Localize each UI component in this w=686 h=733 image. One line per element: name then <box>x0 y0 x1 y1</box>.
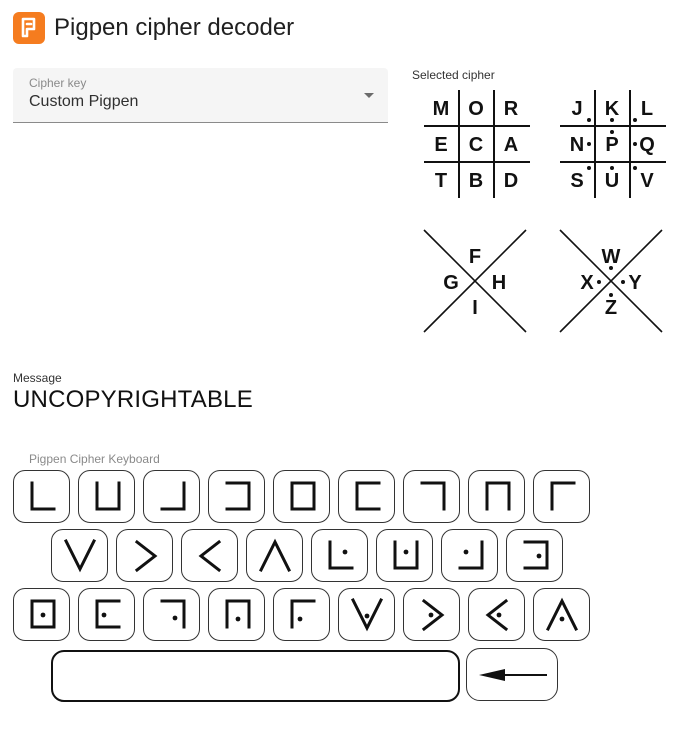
dot-grid-middle-center-icon <box>30 599 56 629</box>
cipher-letter-f: F <box>469 246 481 268</box>
dot-grid-bottom-right-icon <box>458 540 484 570</box>
x-top-icon <box>63 538 97 573</box>
cipher-letter-r: R <box>504 98 519 120</box>
cipher-letter-x: X <box>580 272 594 294</box>
dot-grid-top-center-icon <box>225 599 251 629</box>
cipher-letter-z: Z <box>605 297 617 319</box>
cipher-letter-l: L <box>641 98 653 120</box>
dropdown-arrow-icon <box>364 93 374 98</box>
grid-middle-center-icon <box>290 481 316 511</box>
backspace-arrow-icon <box>479 669 547 681</box>
cipher-letter-h: H <box>492 272 506 294</box>
grid-bottom-right-icon <box>160 481 186 511</box>
cipher-x-plain: FG HI <box>423 229 527 333</box>
dot-grid-top-right-icon <box>290 599 316 629</box>
key-grid-top-center[interactable] <box>468 470 525 523</box>
x-right-icon <box>198 539 222 573</box>
cipher-key-select[interactable]: Cipher key Custom Pigpen <box>13 68 388 123</box>
key-grid-middle-center[interactable] <box>273 470 330 523</box>
key-grid-top-left[interactable] <box>403 470 460 523</box>
cipher-letter-m: M <box>433 98 450 120</box>
key-dot-grid-top-left[interactable] <box>143 588 200 641</box>
cipher-x-dotted: WX YZ <box>559 229 663 333</box>
key-dot-x-right[interactable] <box>468 588 525 641</box>
key-dot-grid-middle-left[interactable] <box>506 529 563 582</box>
cipher-letter-c: C <box>469 134 483 156</box>
cipher-key-diagram: M O R E C A T B D J K L N P Q S U V FG HI WX YZ <box>423 90 666 333</box>
dot-x-right-icon <box>485 598 509 632</box>
key-dot-grid-middle-right[interactable] <box>78 588 135 641</box>
cipher-letter-t: T <box>435 170 447 192</box>
app-title: Pigpen cipher decoder <box>54 14 295 41</box>
grid-middle-right-icon <box>355 481 381 511</box>
cipher-letter-g: G <box>443 272 459 294</box>
cipher-grid-plain: M O R E C A T B D <box>424 90 530 198</box>
message-label: Message <box>13 371 62 385</box>
cipher-key-label: Cipher key <box>29 76 87 90</box>
key-dot-grid-top-center[interactable] <box>208 588 265 641</box>
cipher-letter-j: J <box>571 98 582 120</box>
key-x-right[interactable] <box>181 529 238 582</box>
key-grid-middle-right[interactable] <box>338 470 395 523</box>
cipher-key-value: Custom Pigpen <box>29 93 139 110</box>
key-dot-grid-top-right[interactable] <box>273 588 330 641</box>
key-dot-x-left[interactable] <box>403 588 460 641</box>
cipher-letter-q: Q <box>639 134 655 156</box>
key-dot-x-top[interactable] <box>338 588 395 641</box>
cipher-letter-i: I <box>472 297 478 319</box>
selected-cipher-caption: Selected cipher <box>412 68 495 82</box>
key-grid-middle-left[interactable] <box>208 470 265 523</box>
dot-grid-bottom-left-icon <box>328 540 354 570</box>
dot-grid-top-left-icon <box>160 599 186 629</box>
key-dot-x-bottom[interactable] <box>533 588 590 641</box>
backspace-key[interactable] <box>466 648 558 701</box>
cipher-letter-d: D <box>504 170 518 192</box>
key-dot-grid-middle-center[interactable] <box>13 588 70 641</box>
key-dot-grid-bottom-center[interactable] <box>376 529 433 582</box>
grid-top-center-icon <box>485 481 511 511</box>
cipher-letter-v: V <box>640 170 654 192</box>
x-left-icon <box>134 539 158 573</box>
cipher-letter-a: A <box>504 134 518 156</box>
keyboard-label: Pigpen Cipher Keyboard <box>29 452 160 466</box>
cipher-letter-e: E <box>434 134 447 156</box>
key-grid-bottom-left[interactable] <box>13 470 70 523</box>
key-dot-grid-bottom-right[interactable] <box>441 529 498 582</box>
dot-x-top-icon <box>350 597 384 632</box>
key-x-bottom[interactable] <box>246 529 303 582</box>
key-grid-bottom-center[interactable] <box>78 470 135 523</box>
grid-middle-left-icon <box>225 481 251 511</box>
cipher-letter-n: N <box>570 134 584 156</box>
dot-grid-middle-left-icon <box>523 540 549 570</box>
app-logo-icon <box>13 12 45 44</box>
cipher-letter-y: Y <box>628 272 642 294</box>
grid-bottom-center-icon <box>95 481 121 511</box>
cipher-letter-s: S <box>570 170 583 192</box>
message-output: UNCOPYRIGHTABLE <box>13 386 253 413</box>
cipher-letter-u: U <box>605 170 619 192</box>
key-x-left[interactable] <box>116 529 173 582</box>
grid-top-left-icon <box>420 481 446 511</box>
cipher-letter-k: K <box>605 98 620 120</box>
space-key[interactable] <box>51 650 460 702</box>
dot-grid-bottom-center-icon <box>393 540 419 570</box>
cipher-letter-p: P <box>605 134 618 156</box>
dot-x-left-icon <box>421 598 445 632</box>
key-grid-bottom-right[interactable] <box>143 470 200 523</box>
key-dot-grid-bottom-left[interactable] <box>311 529 368 582</box>
cipher-letter-b: B <box>469 170 483 192</box>
x-bottom-icon <box>258 538 292 573</box>
key-grid-top-right[interactable] <box>533 470 590 523</box>
dot-grid-middle-right-icon <box>95 599 121 629</box>
grid-top-right-icon <box>550 481 576 511</box>
key-x-top[interactable] <box>51 529 108 582</box>
dot-x-bottom-icon <box>545 597 579 632</box>
cipher-letter-o: O <box>468 98 484 120</box>
cipher-grid-dotted: J K L N P Q S U V <box>560 90 666 198</box>
grid-bottom-left-icon <box>30 481 56 511</box>
cipher-letter-w: W <box>602 246 621 268</box>
